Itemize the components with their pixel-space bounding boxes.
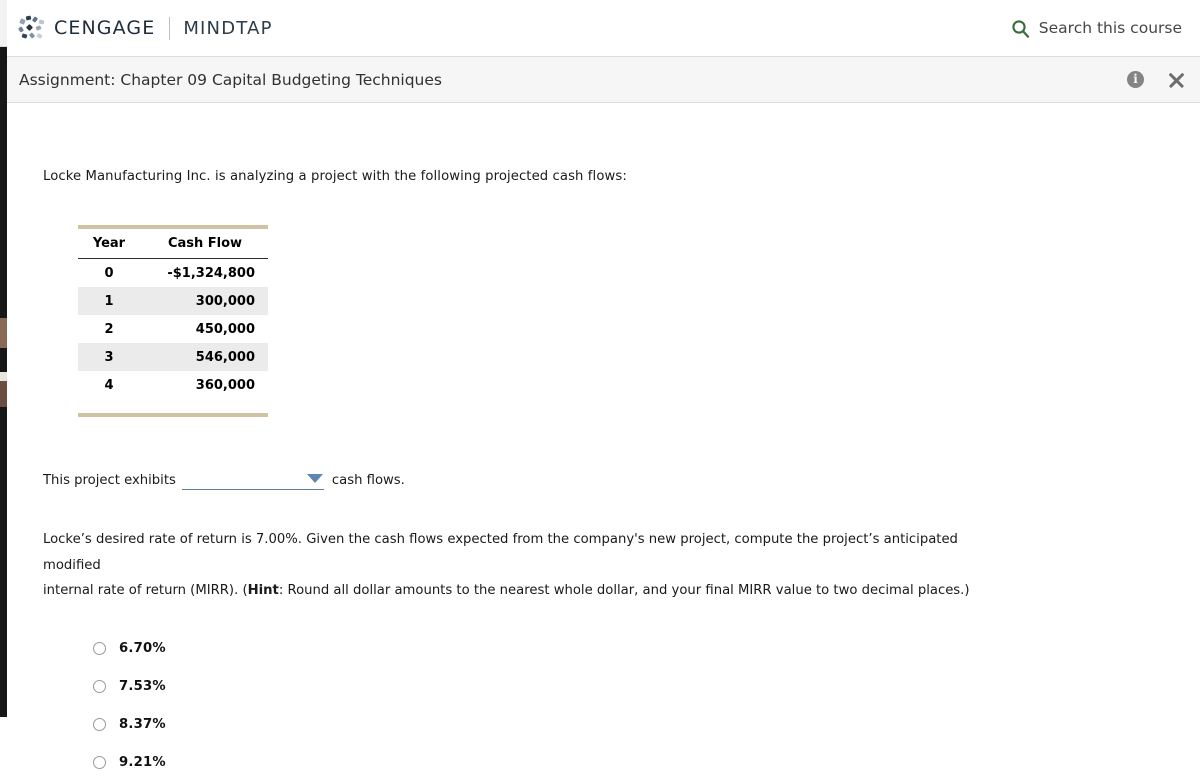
cengage-wordmark: CENGAGE <box>54 17 156 39</box>
question-line-1: Locke’s desired rate of return is 7.00%.… <box>43 532 958 573</box>
question-line-2-suffix: : Round all dollar amounts to the neares… <box>278 583 970 599</box>
option-label: 9.21% <box>119 754 166 770</box>
question-line-2-prefix: internal rate of return (MIRR). ( <box>43 583 248 599</box>
cash-flow-type-select[interactable] <box>181 470 324 490</box>
option-label: 6.70% <box>119 640 166 656</box>
assignment-title: Assignment: Chapter 09 Capital Budgeting… <box>19 70 442 89</box>
cell-year: 4 <box>104 377 114 393</box>
cell-cash-flow: 546,000 <box>140 343 268 371</box>
adjacent-window-edge <box>0 0 7 717</box>
cell-cash-flow: 360,000 <box>195 377 255 393</box>
brand-divider <box>169 16 171 40</box>
radio-button-icon[interactable] <box>93 679 106 693</box>
chevron-down-icon <box>306 473 323 483</box>
cell-cash-flow: -$1,324,800 <box>167 265 255 281</box>
radio-button-icon[interactable] <box>93 641 106 655</box>
info-icon[interactable]: i <box>1127 71 1144 88</box>
cash-flow-table-wrapper: Year Cash Flow 0 -$1,324,800 1 300,000 2 <box>43 225 1200 417</box>
assignment-actions: i <box>1127 70 1186 90</box>
mindtap-page: CENGAGE MINDTAP Search this course Assig… <box>7 0 1200 770</box>
brand-header: CENGAGE MINDTAP Search this course <box>7 0 1200 56</box>
cell-cash-flow: 450,000 <box>195 321 255 337</box>
cell-year: 0 <box>104 265 114 281</box>
dropdown-sentence-suffix: cash flows. <box>331 473 405 488</box>
search-label: Search this course <box>1038 19 1182 37</box>
mindtap-wordmark: MINDTAP <box>183 17 273 39</box>
table-header-row: Year Cash Flow <box>78 229 268 259</box>
option-label: 8.37% <box>119 716 166 732</box>
cell-year: 2 <box>104 321 114 337</box>
option-row[interactable]: 8.37% <box>43 705 1200 743</box>
hint-label: Hint <box>247 583 279 599</box>
intro-text: Locke Manufacturing Inc. is analyzing a … <box>43 169 627 184</box>
search-this-course-button[interactable]: Search this course <box>1011 19 1200 38</box>
question-text: Locke’s desired rate of return is 7.00%.… <box>43 527 1018 604</box>
option-row[interactable]: 6.70% <box>43 629 1200 667</box>
cell-year: 1 <box>78 287 140 315</box>
cengage-dots-icon <box>18 15 45 41</box>
assignment-bar: Assignment: Chapter 09 Capital Budgeting… <box>7 56 1200 103</box>
table-row: 2 450,000 <box>78 315 268 343</box>
table-row: 4 360,000 <box>78 371 268 399</box>
radio-button-icon[interactable] <box>93 755 106 769</box>
dropdown-sentence: This project exhibits cash flows. <box>43 470 1200 490</box>
column-header-year: Year <box>78 229 140 259</box>
column-header-cash-flow: Cash Flow <box>140 229 268 259</box>
cell-cash-flow: 300,000 <box>140 287 268 315</box>
table-row: 3 546,000 <box>78 343 268 371</box>
close-icon[interactable] <box>1166 70 1186 90</box>
table-row: 0 -$1,324,800 <box>78 259 268 288</box>
option-row[interactable]: 7.53% <box>43 667 1200 705</box>
cash-flow-table: Year Cash Flow 0 -$1,324,800 1 300,000 2 <box>78 229 268 399</box>
radio-button-icon[interactable] <box>93 717 106 731</box>
table-row: 1 300,000 <box>78 287 268 315</box>
cell-year: 3 <box>78 343 140 371</box>
brand-logo[interactable]: CENGAGE MINDTAP <box>18 15 273 41</box>
dropdown-sentence-prefix: This project exhibits <box>43 473 176 488</box>
search-icon <box>1011 19 1030 38</box>
assignment-content: Locke Manufacturing Inc. is analyzing a … <box>7 169 1200 781</box>
option-row[interactable]: 9.21% <box>43 743 1200 781</box>
answer-options: 6.70% 7.53% 8.37% 9.21% <box>43 629 1200 781</box>
table-bottom-rule <box>78 413 268 417</box>
option-label: 7.53% <box>119 678 166 694</box>
